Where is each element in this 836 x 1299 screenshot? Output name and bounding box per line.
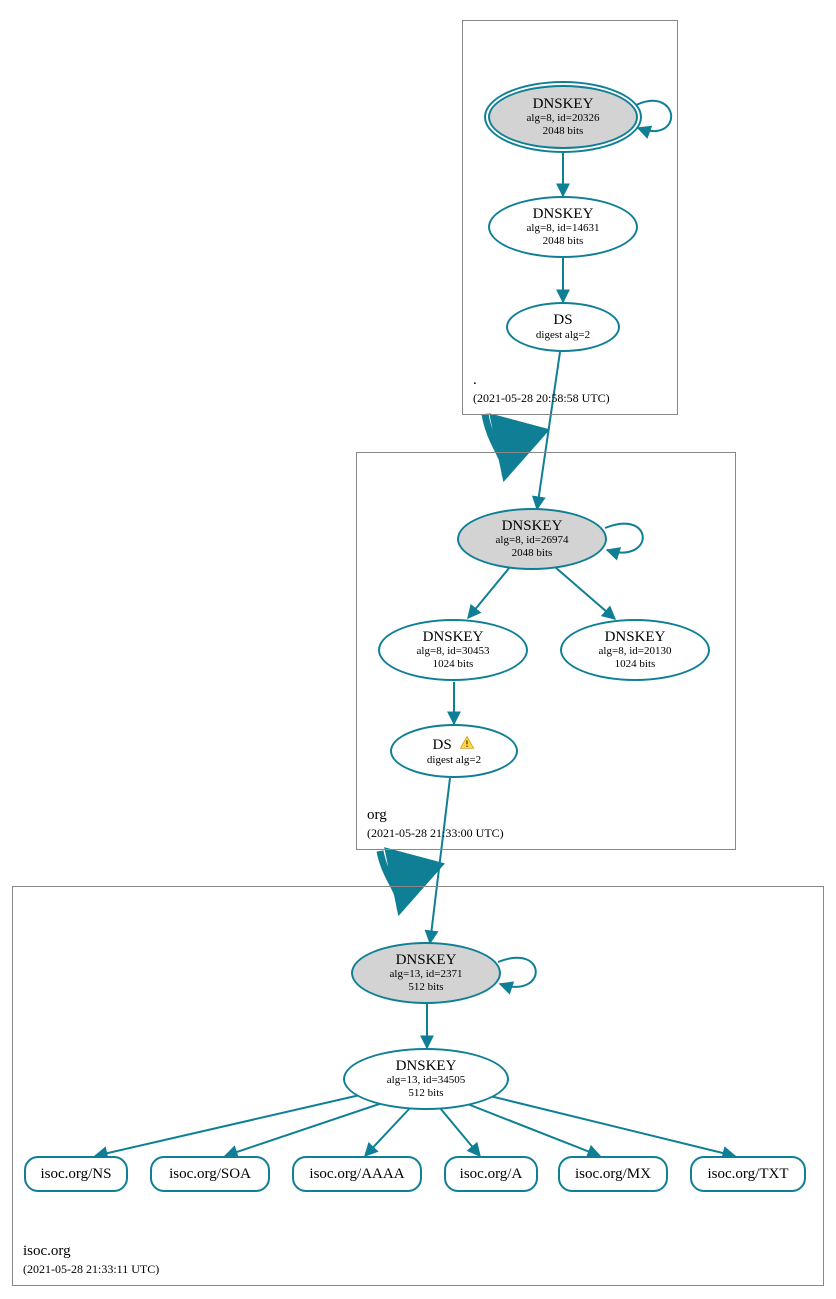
zone-root-ts: (2021-05-28 20:58:58 UTC) <box>473 391 610 406</box>
rr-txt-label: isoc.org/TXT <box>708 1166 789 1183</box>
zone-isoc-name: isoc.org <box>23 1243 159 1260</box>
root-ds-sub1: digest alg=2 <box>536 329 590 342</box>
rr-mx-label: isoc.org/MX <box>575 1166 651 1183</box>
org-zsk2-sub1: alg=8, id=20130 <box>599 645 672 658</box>
root-ksk: DNSKEY alg=8, id=20326 2048 bits <box>488 85 638 149</box>
isoc-zsk-sub1: alg=13, id=34505 <box>387 1074 465 1087</box>
rr-ns-label: isoc.org/NS <box>41 1166 112 1183</box>
zone-root-label: . (2021-05-28 20:58:58 UTC) <box>473 372 610 406</box>
root-ksk-title: DNSKEY <box>533 96 594 113</box>
rr-a-label: isoc.org/A <box>460 1166 523 1183</box>
isoc-ksk-title: DNSKEY <box>396 952 457 969</box>
rr-aaaa-label: isoc.org/AAAA <box>309 1166 404 1183</box>
rr-soa-label: isoc.org/SOA <box>169 1166 251 1183</box>
org-zsk1: DNSKEY alg=8, id=30453 1024 bits <box>378 619 528 681</box>
rr-a: isoc.org/A <box>444 1156 538 1192</box>
isoc-ksk-sub1: alg=13, id=2371 <box>390 968 463 981</box>
org-ksk-sub2: 2048 bits <box>512 547 553 560</box>
root-ksk-sub2: 2048 bits <box>543 125 584 138</box>
rr-mx: isoc.org/MX <box>558 1156 668 1192</box>
org-ds-sub1: digest alg=2 <box>427 754 481 767</box>
zone-org-ts: (2021-05-28 21:33:00 UTC) <box>367 826 504 841</box>
root-ds: DS digest alg=2 <box>506 302 620 352</box>
rr-txt: isoc.org/TXT <box>690 1156 806 1192</box>
isoc-zsk-title: DNSKEY <box>396 1058 457 1075</box>
isoc-zsk: DNSKEY alg=13, id=34505 512 bits <box>343 1048 509 1110</box>
root-zsk-sub1: alg=8, id=14631 <box>527 222 600 235</box>
zone-isoc-ts: (2021-05-28 21:33:11 UTC) <box>23 1262 159 1277</box>
zone-isoc-label: isoc.org (2021-05-28 21:33:11 UTC) <box>23 1243 159 1277</box>
isoc-ksk-sub2: 512 bits <box>408 981 443 994</box>
zone-org-label: org (2021-05-28 21:33:00 UTC) <box>367 807 504 841</box>
org-zsk1-title: DNSKEY <box>423 629 484 646</box>
org-ksk: DNSKEY alg=8, id=26974 2048 bits <box>457 508 607 570</box>
warning-icon <box>459 735 475 751</box>
root-zsk: DNSKEY alg=8, id=14631 2048 bits <box>488 196 638 258</box>
org-zsk2: DNSKEY alg=8, id=20130 1024 bits <box>560 619 710 681</box>
rr-soa: isoc.org/SOA <box>150 1156 270 1192</box>
zone-root-name: . <box>473 372 610 389</box>
root-zsk-title: DNSKEY <box>533 206 594 223</box>
root-ksk-sub1: alg=8, id=20326 <box>527 112 600 125</box>
org-ds: DS digest alg=2 <box>390 724 518 778</box>
isoc-ksk: DNSKEY alg=13, id=2371 512 bits <box>351 942 501 1004</box>
zone-org-name: org <box>367 807 504 824</box>
org-zsk1-sub1: alg=8, id=30453 <box>417 645 490 658</box>
org-ds-title-text: DS <box>433 737 452 753</box>
org-ds-title: DS <box>433 735 476 754</box>
isoc-zsk-sub2: 512 bits <box>408 1087 443 1100</box>
org-ksk-sub1: alg=8, id=26974 <box>496 534 569 547</box>
root-zsk-sub2: 2048 bits <box>543 235 584 248</box>
root-ds-title: DS <box>553 312 572 329</box>
rr-ns: isoc.org/NS <box>24 1156 128 1192</box>
org-ksk-title: DNSKEY <box>502 518 563 535</box>
org-zsk1-sub2: 1024 bits <box>433 658 474 671</box>
rr-aaaa: isoc.org/AAAA <box>292 1156 422 1192</box>
org-zsk2-title: DNSKEY <box>605 629 666 646</box>
org-zsk2-sub2: 1024 bits <box>615 658 656 671</box>
